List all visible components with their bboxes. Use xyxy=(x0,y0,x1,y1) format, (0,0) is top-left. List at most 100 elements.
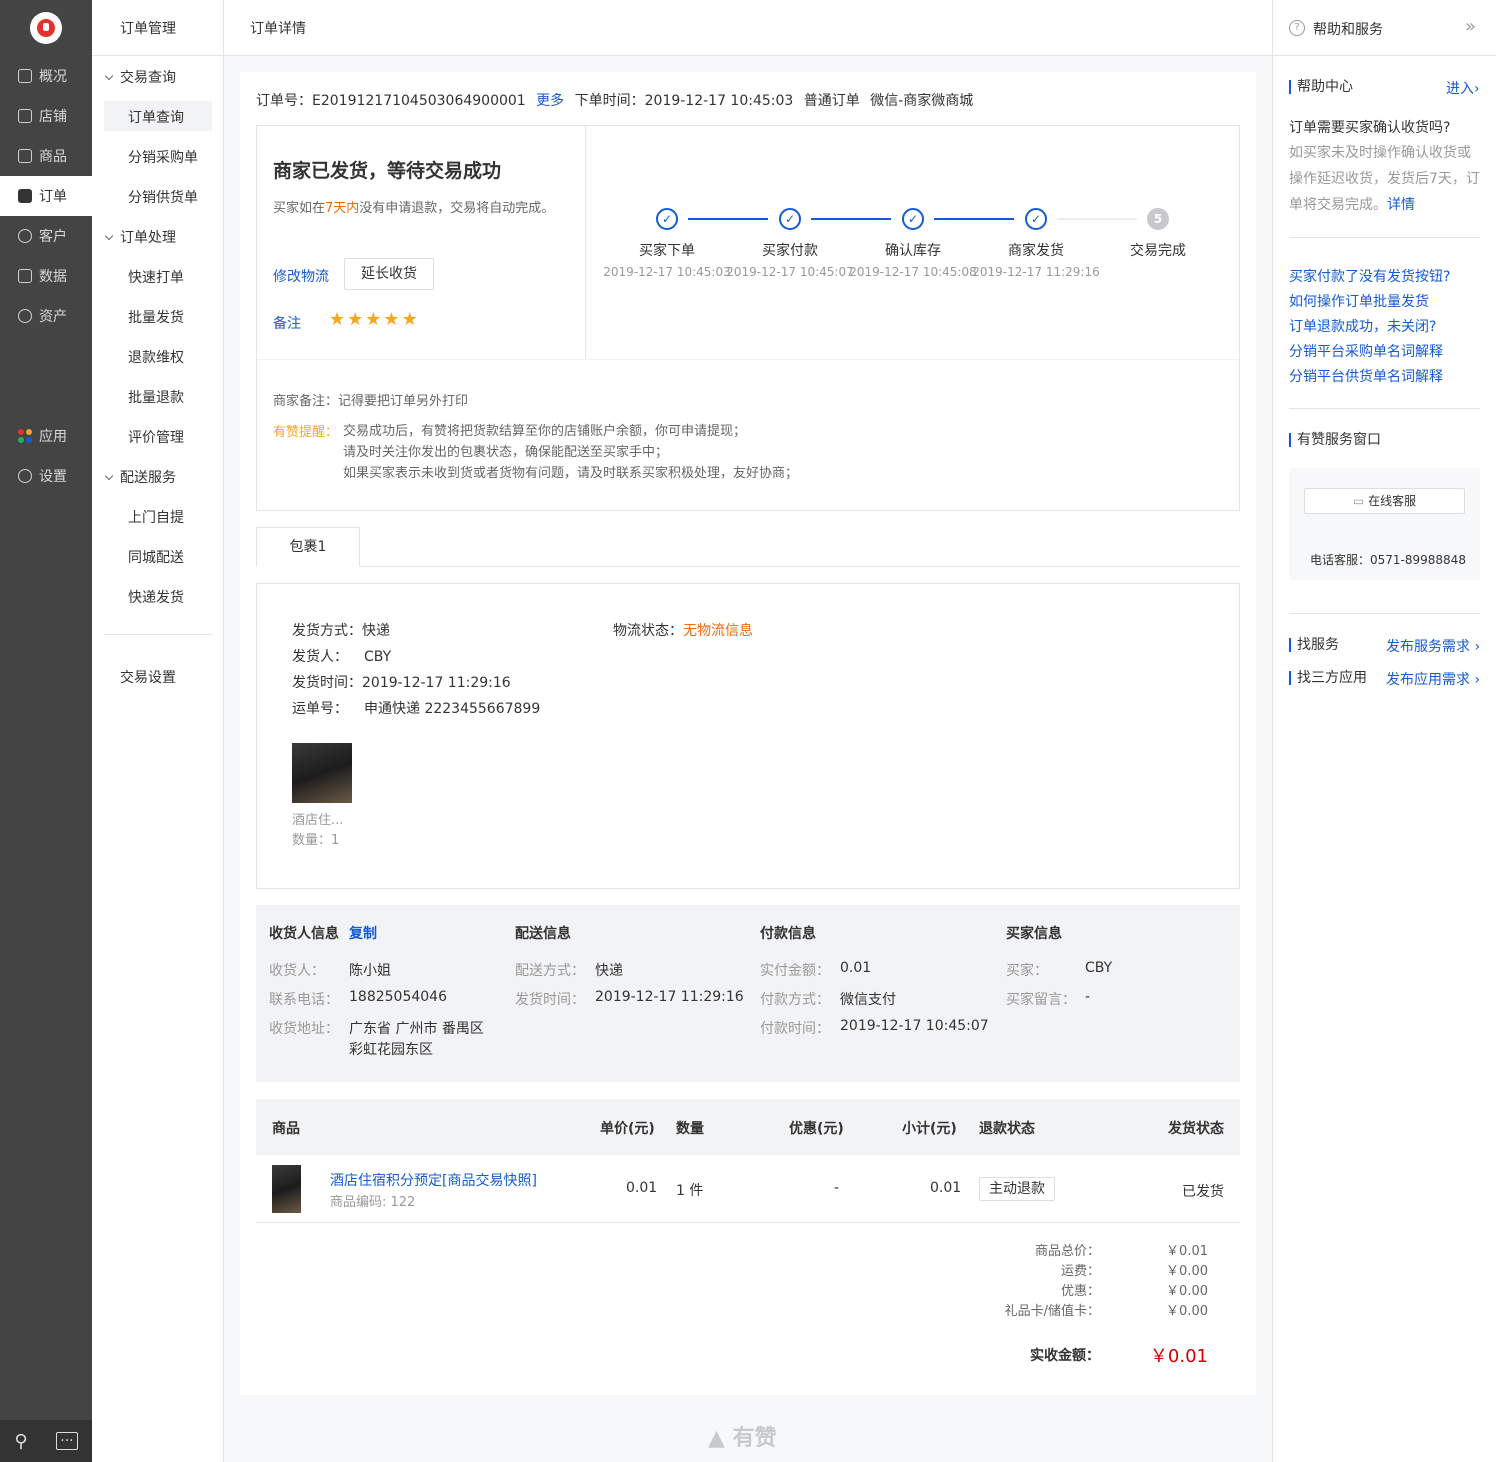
service-window-title: 有赞服务窗口 xyxy=(1289,433,1381,447)
help-link[interactable]: 订单退款成功，未关闭? xyxy=(1289,315,1450,340)
payment-title: 付款信息 xyxy=(760,926,816,942)
note-text: 记得要把订单另外打印 xyxy=(338,394,469,409)
goods-name-link[interactable]: 酒店住宿积分预定[商品交易快照] xyxy=(330,1170,537,1190)
user-icon xyxy=(18,229,32,243)
more-link[interactable]: 更多 xyxy=(536,93,564,109)
help-link[interactable]: 分销平台供货单名词解释 xyxy=(1289,365,1450,390)
buyer-name: CBY xyxy=(1085,960,1113,976)
remark-link[interactable]: 备注 xyxy=(273,313,301,333)
online-text: 在线客服 xyxy=(1368,494,1417,508)
extend-receipt-button[interactable]: 延长收货 xyxy=(344,258,434,290)
yen-icon xyxy=(18,309,32,323)
main-sidebar: 概况 店铺 商品 订单 客户 数据 资产 应用 设置 xyxy=(0,0,92,1462)
nav-item-supply[interactable]: 分销供货单 xyxy=(104,181,212,211)
active-refund-button[interactable]: 主动退款 xyxy=(979,1177,1055,1201)
copy-link[interactable]: 复制 xyxy=(349,923,377,943)
nav-group-trade-query[interactable]: 交易查询 xyxy=(104,67,176,87)
message-icon[interactable]: ··· xyxy=(56,1432,78,1450)
rail-item-shop[interactable]: 店铺 xyxy=(0,96,92,136)
rail-item-goods[interactable]: 商品 xyxy=(0,136,92,176)
receiver-phone: 18825054046 xyxy=(349,989,447,1005)
kv-value: 申通快递 2223455667899 xyxy=(364,701,541,717)
nav-item-pickup[interactable]: 上门自提 xyxy=(104,501,212,531)
help-link[interactable]: 如何操作订单批量发货 xyxy=(1289,290,1450,315)
reminder-line: 如果买家表示未收到货或者货物有问题，请及时联系买家积极处理，友好协商； xyxy=(343,466,799,481)
desc-text: 买家如在 xyxy=(273,201,326,216)
nav-item-quick-print[interactable]: 快速打单 xyxy=(104,261,212,291)
goods-thumbnail[interactable] xyxy=(272,1165,301,1213)
kv-value: CBY xyxy=(364,649,392,665)
answer-text: 如买家未及时操作确认收货或操作延迟收货，发货后7天，订单将交易完成。 xyxy=(1289,145,1480,213)
rail-item-settings[interactable]: 设置 xyxy=(0,456,92,496)
star-icon: ★ xyxy=(347,309,364,330)
pay-time-label: 付款时间： xyxy=(760,1021,830,1037)
goods-qty: 1 件 xyxy=(676,1183,704,1199)
order-type: 普通订单 xyxy=(803,93,860,109)
nav-item-batch-refund[interactable]: 批量退款 xyxy=(104,381,212,411)
youzan-logo[interactable] xyxy=(30,12,62,44)
ship-waybill: 运单号： 申通快递 2223455667899 xyxy=(292,698,540,718)
find-service-title: 找服务 xyxy=(1289,638,1339,652)
nav-item-express[interactable]: 快递发货 xyxy=(104,581,212,611)
merchant-note: 商家备注：记得要把订单另外打印 xyxy=(273,390,468,409)
divider xyxy=(104,634,212,635)
reminder-line: 请及时关注你发出的包裹状态，确保能配送至买家手中； xyxy=(343,445,669,460)
nav-item-order-query[interactable]: 订单查询 xyxy=(104,101,212,131)
product-thumbnail[interactable] xyxy=(292,743,352,803)
detail-link[interactable]: 详情 xyxy=(1387,197,1415,213)
post-app-link[interactable]: 发布应用需求 › xyxy=(1386,669,1480,689)
receiver-title: 收货人信息 xyxy=(269,926,339,942)
tab-package-1[interactable]: 包裹1 xyxy=(256,527,360,567)
group-label: 订单处理 xyxy=(120,230,176,246)
nav-item-refund[interactable]: 退款维权 xyxy=(104,341,212,371)
edit-logistics-link[interactable]: 修改物流 xyxy=(273,266,329,286)
kv-label: 运单号： xyxy=(292,701,348,717)
rail-item-apps[interactable]: 应用 xyxy=(0,416,92,456)
nav-item-reviews[interactable]: 评价管理 xyxy=(104,421,212,451)
rail-item-overview[interactable]: 概况 xyxy=(0,56,92,96)
thumb-up-icon: ▲ xyxy=(708,1426,725,1451)
collapse-icon[interactable]: » xyxy=(1465,16,1476,37)
summary-label: 优惠： xyxy=(1060,1284,1100,1299)
help-link[interactable]: 买家付款了没有发货按钮? xyxy=(1289,265,1450,290)
rail-bottom-bar: ⚲ ··· xyxy=(0,1420,92,1462)
order-channel: 微信-商家微商城 xyxy=(870,93,974,109)
rail-item-order[interactable]: 订单 xyxy=(0,176,92,216)
desc-text: 没有申请退款，交易将自动完成。 xyxy=(359,201,555,216)
nav-item-trade-settings[interactable]: 交易设置 xyxy=(120,667,176,687)
gear-icon xyxy=(18,469,32,483)
receiver-name: 陈小姐 xyxy=(349,963,391,979)
bar-chart-icon xyxy=(18,269,32,283)
help-links: 买家付款了没有发货按钮? 如何操作订单批量发货 订单退款成功，未关闭? 分销平台… xyxy=(1289,265,1450,390)
rail-item-data[interactable]: 数据 xyxy=(0,256,92,296)
ship-time: 发货时间：2019-12-17 11:29:16 xyxy=(292,672,511,692)
chevron-down-icon xyxy=(104,231,114,241)
nav-group-delivery[interactable]: 配送服务 xyxy=(104,467,176,487)
star-rating[interactable]: ★ ★ ★ ★ ★ xyxy=(329,309,420,330)
rail-item-customer[interactable]: 客户 xyxy=(0,216,92,256)
nav-item-batch-ship[interactable]: 批量发货 xyxy=(104,301,212,331)
link-text: 发布服务需求 xyxy=(1386,639,1470,655)
kv-label: 发货人： xyxy=(292,649,348,665)
help-link[interactable]: 分销平台采购单名词解释 xyxy=(1289,340,1450,365)
nav-item-purchase[interactable]: 分销采购单 xyxy=(104,141,212,171)
status-box: 商家已发货，等待交易成功 买家如在7天内没有申请退款，交易将自动完成。 修改物流… xyxy=(256,125,1240,511)
nav-item-local[interactable]: 同城配送 xyxy=(104,541,212,571)
pay-time: 2019-12-17 10:45:07 xyxy=(840,1018,989,1034)
post-service-link[interactable]: 发布服务需求 › xyxy=(1386,636,1480,656)
star-icon: ★ xyxy=(383,309,400,330)
search-icon[interactable]: ⚲ xyxy=(14,1431,27,1452)
help-enter-link[interactable]: 进入› xyxy=(1446,78,1480,98)
step-line xyxy=(811,218,891,220)
delivery-time: 2019-12-17 11:29:16 xyxy=(595,989,744,1005)
order-meta-line: 订单号：E20191217104503064900001 更多 下单时间：201… xyxy=(256,90,973,110)
group-label: 交易查询 xyxy=(120,70,176,86)
nav-group-order-processing[interactable]: 订单处理 xyxy=(104,227,176,247)
rail-label: 店铺 xyxy=(39,109,67,125)
goods-price: 0.01 xyxy=(626,1180,658,1196)
rail-item-assets[interactable]: 资产 xyxy=(0,296,92,336)
help-title: 帮助和服务 xyxy=(1313,22,1383,38)
online-service-button[interactable]: ▭ 在线客服 xyxy=(1304,488,1465,514)
summary-label: 运费： xyxy=(1060,1264,1100,1279)
col-goods: 商品 xyxy=(272,1121,300,1137)
